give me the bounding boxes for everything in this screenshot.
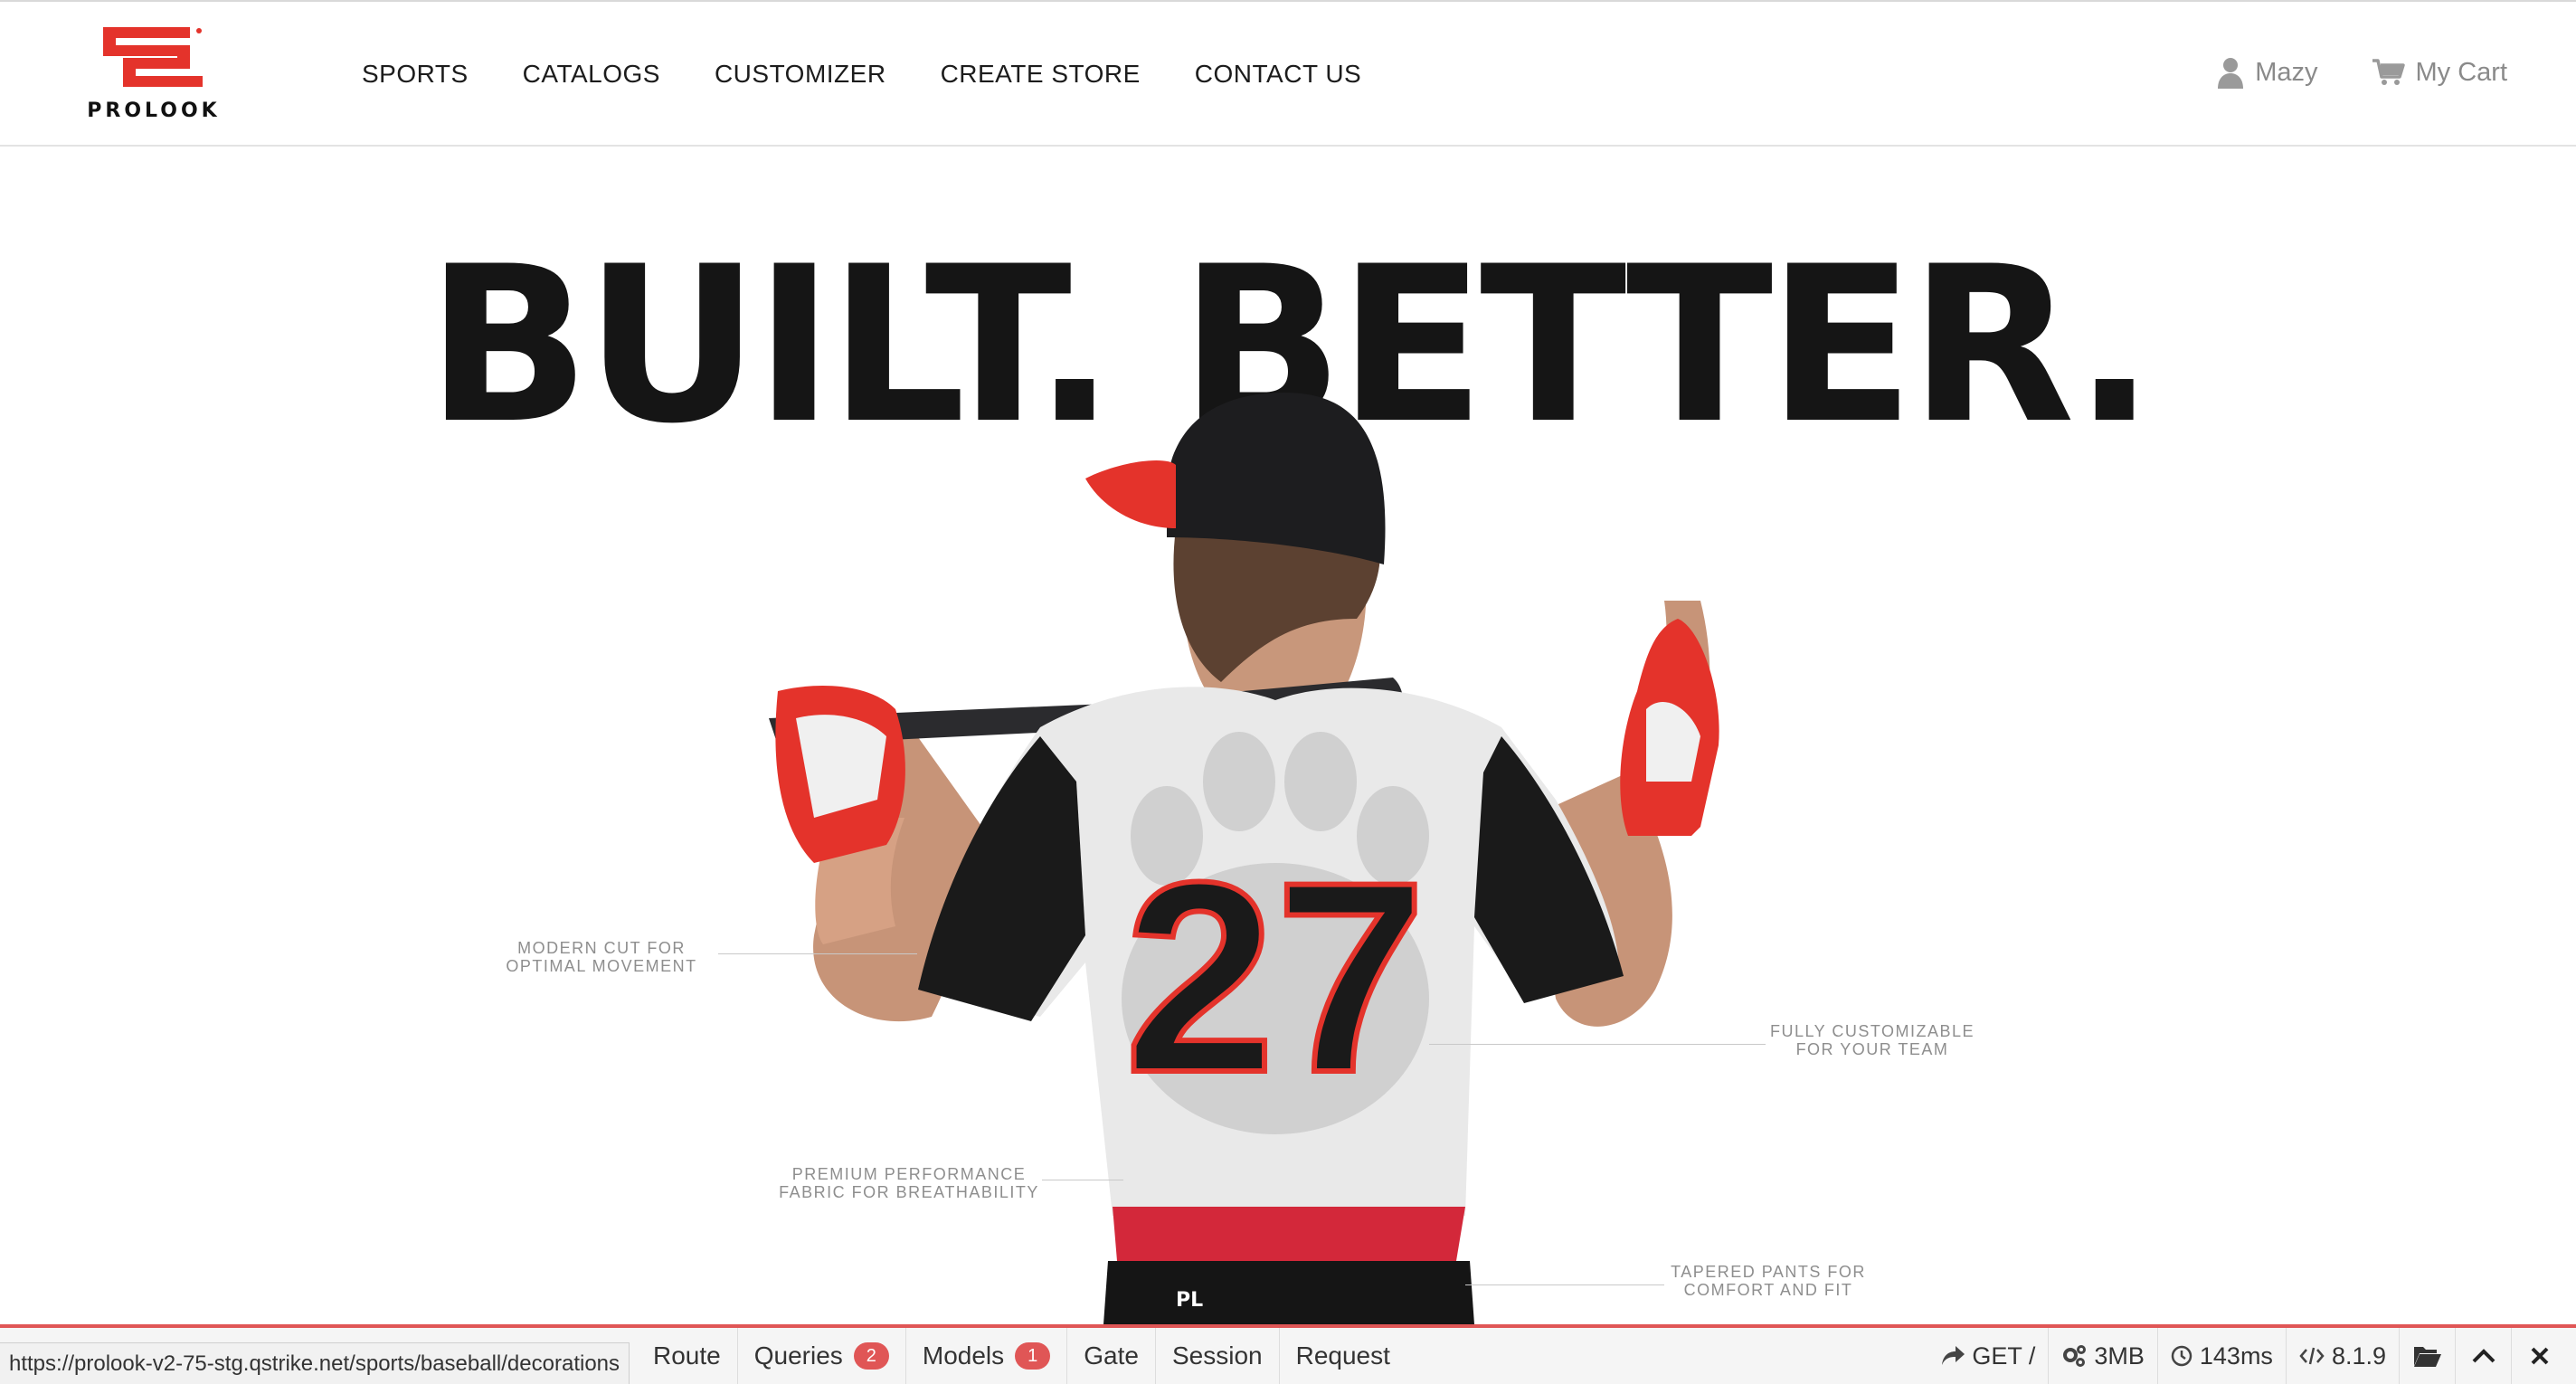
nav-contact-us[interactable]: CONTACT US (1195, 60, 1361, 89)
cart-icon (2372, 59, 2405, 85)
svg-text:PL: PL (1176, 1289, 1203, 1312)
cart-link[interactable]: My Cart (2372, 57, 2508, 88)
queries-count-badge: 2 (853, 1342, 889, 1370)
debugbar-maximize-button[interactable] (2455, 1328, 2511, 1384)
site-header: PROLOOK SPORTS CATALOGS CUSTOMIZER CREAT… (0, 2, 2576, 147)
user-icon (2218, 58, 2244, 89)
nav-customizer[interactable]: CUSTOMIZER (715, 60, 886, 89)
logo-wordmark: PROLOOK (87, 100, 221, 122)
debugbar-request-method[interactable]: GET / (1928, 1328, 2048, 1384)
folder-open-icon (2413, 1347, 2441, 1367)
callout-line-pants (1465, 1284, 1664, 1285)
debugbar-close-button[interactable] (2511, 1328, 2567, 1384)
cart-label: My Cart (2415, 57, 2508, 87)
prolook-logo-mark (103, 27, 203, 87)
browser-status-url: https://prolook-v2-75-stg.qstrike.net/sp… (0, 1342, 630, 1384)
debugbar-tab-models[interactable]: Models 1 (906, 1328, 1068, 1384)
callout-modern-cut: MODERN CUT FOR OPTIMAL MOVEMENT (506, 939, 697, 975)
hero-section: BUILT. BETTER. 27 PL MODERN CUT FOR OPTI… (0, 148, 2576, 1324)
code-icon (2299, 1347, 2325, 1365)
share-icon (1942, 1346, 1965, 1365)
close-icon (2531, 1347, 2548, 1365)
cogs-icon (2063, 1345, 2087, 1367)
user-area: Mazy My Cart (2217, 56, 2507, 89)
prolook-logo[interactable]: PROLOOK (71, 27, 237, 122)
debugbar-memory: 3MB (2048, 1328, 2157, 1384)
clock-icon (2171, 1345, 2192, 1367)
callout-customizable: FULLY CUSTOMIZABLE FOR YOUR TEAM (1769, 1022, 1975, 1058)
nav-create-store[interactable]: CREATE STORE (941, 60, 1141, 89)
debugbar-version: 8.1.9 (2285, 1328, 2399, 1384)
nav-catalogs[interactable]: CATALOGS (523, 60, 660, 89)
baseball-player-image: 27 PL (769, 393, 1719, 1324)
main-nav: SPORTS CATALOGS CUSTOMIZER CREATE STORE … (362, 60, 1361, 89)
debugbar-tabs: Route Queries 2 Models 1 Gate Session Re… (653, 1328, 1406, 1384)
debugbar-tab-session[interactable]: Session (1156, 1328, 1280, 1384)
account-link[interactable]: Mazy (2217, 56, 2318, 89)
account-name: Mazy (2255, 57, 2318, 87)
debugbar-tab-route[interactable]: Route (653, 1328, 738, 1384)
models-count-badge: 1 (1015, 1342, 1051, 1370)
jersey-number: 27 (1124, 825, 1426, 1129)
debugbar-tab-queries[interactable]: Queries 2 (738, 1328, 906, 1384)
debugbar-right: GET / 3MB 143ms 8.1.9 (1928, 1328, 2567, 1384)
callout-fabric: PREMIUM PERFORMANCE FABRIC FOR BREATHABI… (779, 1165, 1039, 1201)
chevron-up-icon (2472, 1349, 2495, 1363)
debugbar-open-button[interactable] (2399, 1328, 2455, 1384)
callout-line-customizable (1429, 1044, 1766, 1045)
callout-line-modern-cut (718, 953, 917, 954)
callout-pants: TAPERED PANTS FOR COMFORT AND FIT (1671, 1263, 1866, 1299)
debugbar-tab-request[interactable]: Request (1280, 1328, 1406, 1384)
debugbar-tab-gate[interactable]: Gate (1067, 1328, 1156, 1384)
nav-sports[interactable]: SPORTS (362, 60, 469, 89)
debugbar-time: 143ms (2156, 1328, 2286, 1384)
